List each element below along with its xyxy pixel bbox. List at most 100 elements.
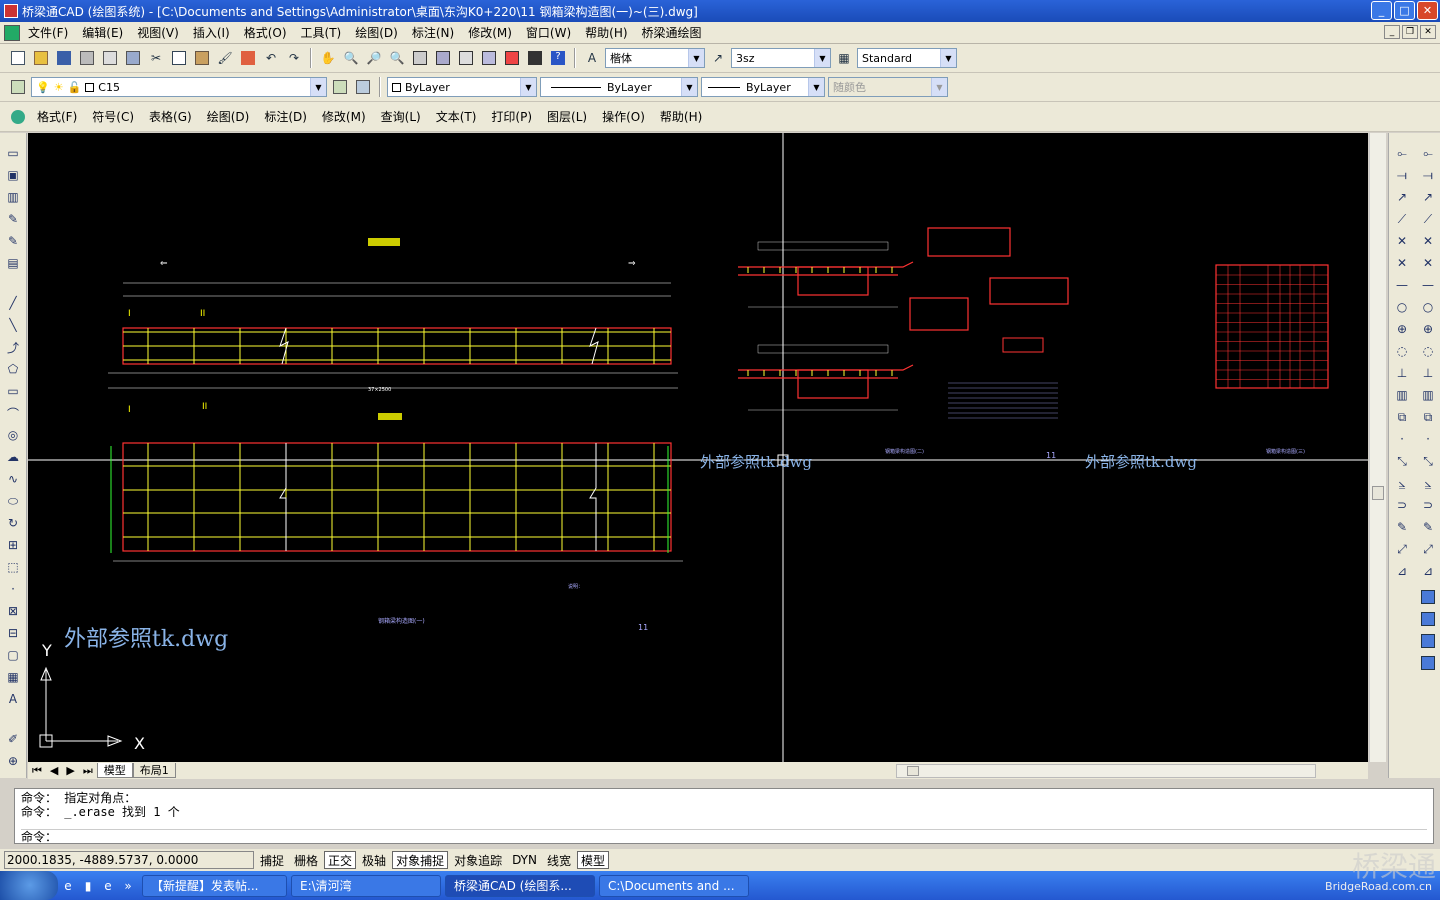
status-toggle-7[interactable]: 线宽 [543,851,575,869]
taskbar-item-3[interactable]: C:\Documents and ... [599,874,749,897]
lineweight-select[interactable]: ByLayer ▼ [701,77,825,97]
modify-tool-0-10-icon[interactable]: ⊥ [1392,363,1412,383]
modify-tool-1-2-icon[interactable]: ↗ [1418,187,1438,207]
horizontal-scrollbar[interactable] [895,763,1316,778]
status-toggle-1[interactable]: 栅格 [290,851,322,869]
draw-tool-4-icon[interactable]: ✎ [3,231,23,251]
menu-item-2[interactable]: 视图(V) [131,24,185,41]
tab-last-icon[interactable]: ⏭ [79,764,97,778]
dock-tool-1-icon[interactable] [1418,609,1438,629]
bridge-menu-item-7[interactable]: 文本(T) [430,108,483,125]
menu-item-5[interactable]: 工具(T) [295,24,348,41]
modify-tool-0-13-icon[interactable]: · [1392,429,1412,449]
menu-item-4[interactable]: 格式(O) [238,24,293,41]
bridge-menu-item-5[interactable]: 修改(M) [316,108,372,125]
modify-tool-1-14-icon[interactable]: ⤡ [1418,451,1438,471]
taskbar-item-2[interactable]: 桥梁通CAD (绘图系... [445,874,595,897]
close-button[interactable]: ✕ [1417,1,1438,20]
zoom-window-icon[interactable]: 🔎 [364,48,384,68]
taskbar-item-1[interactable]: E:\清河湾 [291,874,441,897]
copy-icon[interactable] [169,48,189,68]
modify-tool-0-7-icon[interactable]: ○ [1392,297,1412,317]
menu-item-11[interactable]: 桥梁通绘图 [636,24,708,41]
modify-tool-1-0-icon[interactable]: ⟜ [1418,143,1438,163]
draw-tool-0-icon[interactable]: ▭ [3,143,23,163]
start-button[interactable] [0,871,58,900]
draw-tool-8-icon[interactable]: ⤴ [3,337,23,357]
tab-layout1[interactable]: 布局1 [132,763,176,778]
modify-tool-1-1-icon[interactable]: ⟞ [1418,165,1438,185]
status-toggle-8[interactable]: 模型 [577,851,610,869]
tab-first-icon[interactable]: ⏮ [28,764,46,778]
draw-tool-5-icon[interactable]: ▤ [3,253,23,273]
modify-tool-1-7-icon[interactable]: ○ [1418,297,1438,317]
menu-item-10[interactable]: 帮助(H) [579,24,633,41]
publish-icon[interactable] [123,48,143,68]
modify-tool-0-18-icon[interactable]: ⤢ [1392,539,1412,559]
modify-tool-0-11-icon[interactable]: ▥ [1392,385,1412,405]
linetype-select[interactable]: ByLayer ▼ [540,77,698,97]
draw-tool-23-icon[interactable]: ▦ [3,667,23,687]
draw-tool-24-icon[interactable]: A [3,689,23,709]
plot-style-select[interactable]: Standard ▼ [857,48,957,68]
bridge-menu-item-2[interactable]: 表格(G) [143,108,198,125]
modify-tool-0-12-icon[interactable]: ⧉ [1392,407,1412,427]
text-style-icon[interactable]: A [582,48,602,68]
status-toggle-5[interactable]: 对象追踪 [450,851,506,869]
modify-tool-0-0-icon[interactable]: ⟜ [1392,143,1412,163]
modify-tool-0-1-icon[interactable]: ⟞ [1392,165,1412,185]
draw-tool-15-icon[interactable]: ⬭ [3,491,23,511]
draw-tool-10-icon[interactable]: ▭ [3,381,23,401]
modify-tool-0-2-icon[interactable]: ↗ [1392,187,1412,207]
save-icon[interactable] [54,48,74,68]
modify-tool-1-10-icon[interactable]: ⊥ [1418,363,1438,383]
vertical-scrollbar[interactable] [1369,133,1386,762]
tool-palette-icon[interactable] [456,48,476,68]
menu-item-3[interactable]: 插入(I) [187,24,236,41]
draw-tool-19-icon[interactable]: · [3,579,23,599]
draw-tool-2-icon[interactable]: ▥ [3,187,23,207]
menu-item-6[interactable]: 绘图(D) [349,24,404,41]
status-toggle-6[interactable]: DYN [508,851,541,869]
pan-icon[interactable]: ✋ [318,48,338,68]
paste-icon[interactable] [192,48,212,68]
draw-tool-17-icon[interactable]: ⊞ [3,535,23,555]
cut-icon[interactable]: ✂ [146,48,166,68]
more-icon[interactable]: » [118,876,138,896]
block-icon[interactable] [238,48,258,68]
modify-tool-1-11-icon[interactable]: ▥ [1418,385,1438,405]
help-icon[interactable]: ? [548,48,568,68]
color-select[interactable]: ByLayer ▼ [387,77,537,97]
doc-restore-button[interactable]: ❐ [1402,25,1418,39]
dock-tool-0-icon[interactable] [1418,587,1438,607]
command-input[interactable]: 命令： [21,829,1427,844]
modify-tool-1-4-icon[interactable]: ✕ [1418,231,1438,251]
tab-next-icon[interactable]: ▶ [62,764,78,777]
draw-tool-16-icon[interactable]: ↻ [3,513,23,533]
layer-previous-icon[interactable] [330,77,350,97]
matchprop-icon[interactable]: 🖌 [215,48,235,68]
status-toggle-3[interactable]: 极轴 [358,851,390,869]
draw-tool-9-icon[interactable]: ⬠ [3,359,23,379]
layer-select[interactable]: 💡 ☀ 🔓 C15 ▼ [31,77,327,97]
dock-tool-2-icon[interactable] [1418,631,1438,651]
modify-tool-1-19-icon[interactable]: ⊿ [1418,561,1438,581]
text-style-select[interactable]: 楷体 ▼ [605,48,705,68]
draw-tool-26-icon[interactable]: ⊕ [3,751,23,771]
modify-tool-1-13-icon[interactable]: · [1418,429,1438,449]
modify-tool-0-6-icon[interactable]: — [1392,275,1412,295]
draw-tool-22-icon[interactable]: ▢ [3,645,23,665]
dim-style-icon[interactable]: ↗ [708,48,728,68]
bridge-menu-item-9[interactable]: 图层(L) [541,108,593,125]
draw-tool-11-icon[interactable]: ⌒ [3,403,23,423]
modify-tool-0-9-icon[interactable]: ◌ [1392,341,1412,361]
menu-item-8[interactable]: 修改(M) [462,24,518,41]
ie-icon[interactable]: e [58,876,78,896]
bridge-menu-item-8[interactable]: 打印(P) [485,108,538,125]
drawing-canvas[interactable]: ⇐ ⇒ 37×2500 I II I II 钢箱梁构造图(一) 11 说明： 1… [28,133,1368,762]
doc-close-button[interactable]: ✕ [1420,25,1436,39]
modify-tool-1-12-icon[interactable]: ⧉ [1418,407,1438,427]
menu-item-9[interactable]: 窗口(W) [520,24,577,41]
draw-tool-18-icon[interactable]: ⬚ [3,557,23,577]
modify-tool-1-9-icon[interactable]: ◌ [1418,341,1438,361]
